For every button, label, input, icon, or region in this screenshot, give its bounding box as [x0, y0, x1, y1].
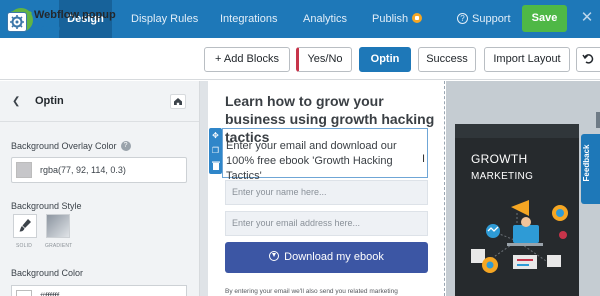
import-layout-button[interactable]: Import Layout [484, 47, 570, 72]
popup-title: Webflow popup [34, 9, 116, 21]
support-label: Support [472, 13, 511, 25]
download-ebook-label: Download my ebook [284, 251, 384, 263]
marketing-illustration-icon [471, 200, 568, 273]
close-icon[interactable]: ✕ [580, 9, 594, 27]
background-color-swatch[interactable] [16, 290, 32, 296]
background-color-picker[interactable]: #ffffff [11, 285, 187, 296]
tab-display-rules[interactable]: Display Rules [131, 0, 198, 38]
background-color-label: Background Color [11, 268, 84, 278]
save-button[interactable]: Save [522, 5, 567, 32]
paintbrush-icon [19, 219, 31, 232]
support-link[interactable]: ? Support [457, 0, 511, 38]
overlay-color-picker[interactable]: rgba(77, 92, 114, 0.3) [11, 157, 187, 183]
download-ebook-button[interactable]: Download my ebook [225, 242, 428, 273]
popup-description[interactable]: Enter your email and download our 100% f… [226, 139, 422, 184]
popup-settings-button[interactable] [7, 12, 27, 32]
success-view-button[interactable]: Success [418, 47, 476, 72]
tab-publish[interactable]: Publish [372, 0, 423, 38]
ebook-title-line1: GROWTH [471, 152, 528, 166]
disclaimer-text: By entering your email we'll also send y… [225, 288, 398, 295]
overlay-color-value: rgba(77, 92, 114, 0.3) [40, 165, 126, 175]
optin-view-button[interactable]: Optin [359, 47, 411, 72]
style-solid-option[interactable] [13, 214, 37, 238]
app-root: Design Display Rules Integrations Analyt… [0, 0, 600, 296]
settings-sidebar: ❮ Optin [0, 81, 200, 296]
gear-icon [10, 15, 24, 29]
duplicate-icon[interactable]: ❐ [211, 146, 220, 155]
email-input[interactable]: Enter your email address here... [225, 211, 428, 236]
ebook-cover-band [455, 124, 579, 138]
style-gradient-option[interactable] [46, 214, 70, 238]
download-circle-icon [269, 251, 280, 262]
text-cursor-icon: I [422, 153, 426, 165]
overlay-color-label: Background Overlay Color? [11, 141, 131, 152]
sidebar-header: ❮ Optin [0, 81, 199, 122]
panel-divider [200, 81, 208, 296]
yes-no-view-button[interactable]: Yes/No [296, 47, 352, 72]
name-input[interactable]: Enter your name here... [225, 180, 428, 205]
popup-type: Popup [34, 23, 61, 33]
style-solid-caption: SOLID [16, 243, 33, 249]
background-style-label: Background Style [11, 201, 82, 211]
undo-button[interactable] [576, 47, 600, 72]
scrollbar-handle[interactable] [596, 112, 600, 128]
tab-analytics[interactable]: Analytics [303, 0, 347, 38]
home-icon [174, 98, 182, 105]
tab-publish-label: Publish [372, 13, 409, 25]
style-gradient-caption: GRADIENT [45, 243, 73, 249]
undo-icon [582, 54, 594, 64]
sidebar-title: Optin [35, 95, 64, 107]
move-icon[interactable]: ✥ [211, 131, 220, 140]
feedback-label: Feedback [582, 144, 591, 182]
publish-warning-icon [412, 13, 423, 24]
question-icon: ? [457, 12, 468, 24]
chevron-left-icon[interactable]: ❮ [12, 95, 26, 109]
add-blocks-button[interactable]: + Add Blocks [204, 47, 290, 72]
trash-icon[interactable] [211, 161, 220, 170]
help-icon[interactable]: ? [120, 141, 131, 152]
ebook-title-line2: MARKETING [471, 171, 534, 182]
background-color-value: #ffffff [40, 291, 60, 296]
overlay-color-label-text: Background Overlay Color [11, 141, 117, 151]
block-toolbar: ✥ ❐ [209, 128, 222, 174]
overlay-color-swatch[interactable] [16, 162, 32, 178]
tab-integrations[interactable]: Integrations [220, 0, 277, 38]
canvas-guide-line [444, 81, 445, 296]
home-button[interactable] [170, 94, 186, 109]
